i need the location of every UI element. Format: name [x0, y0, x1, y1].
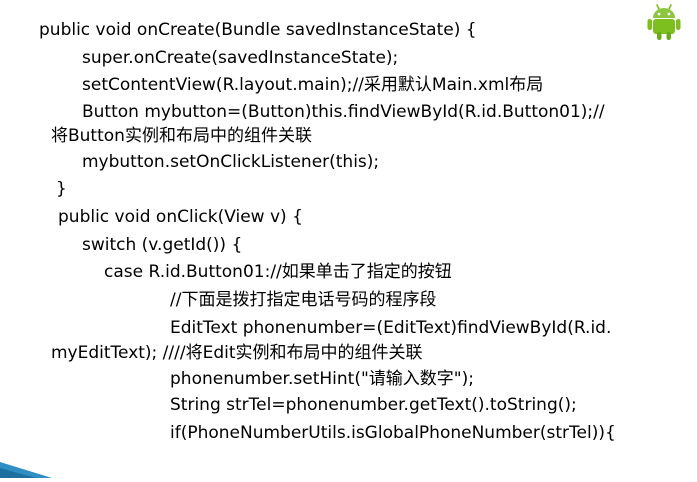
code-line: public void onClick(View v) {	[58, 207, 303, 227]
code-line: setContentView(R.layout.main);//采用默认Main…	[82, 75, 544, 95]
android-robot-icon	[640, 2, 688, 42]
code-line: case R.id.Button01://如果单击了指定的按钮	[104, 262, 452, 282]
code-line: public void onCreate(Bundle savedInstanc…	[39, 20, 477, 40]
code-line: super.onCreate(savedInstanceState);	[82, 48, 399, 68]
code-line: 将Button实例和布局中的组件关联	[51, 126, 312, 146]
code-line: phonenumber.setHint("请输入数字");	[170, 369, 474, 389]
code-line: EditText phonenumber=(EditText)findViewB…	[170, 318, 612, 338]
code-line: String strTel=phonenumber.getText().toSt…	[170, 395, 577, 415]
code-line: if(PhoneNumberUtils.isGlobalPhoneNumber(…	[170, 423, 616, 443]
slide: public void onCreate(Bundle savedInstanc…	[0, 0, 697, 478]
code-line: myEditText); ////将Edit实例和布局中的组件关联	[51, 343, 423, 363]
corner-decoration	[0, 458, 60, 478]
code-line: switch (v.getId()) {	[82, 235, 243, 255]
code-line: //下面是拨打指定电话号码的程序段	[170, 290, 437, 310]
code-line: mybutton.setOnClickListener(this);	[82, 152, 380, 172]
code-line: Button mybutton=(Button)this.findViewByI…	[82, 102, 605, 122]
code-line: }	[56, 179, 67, 199]
